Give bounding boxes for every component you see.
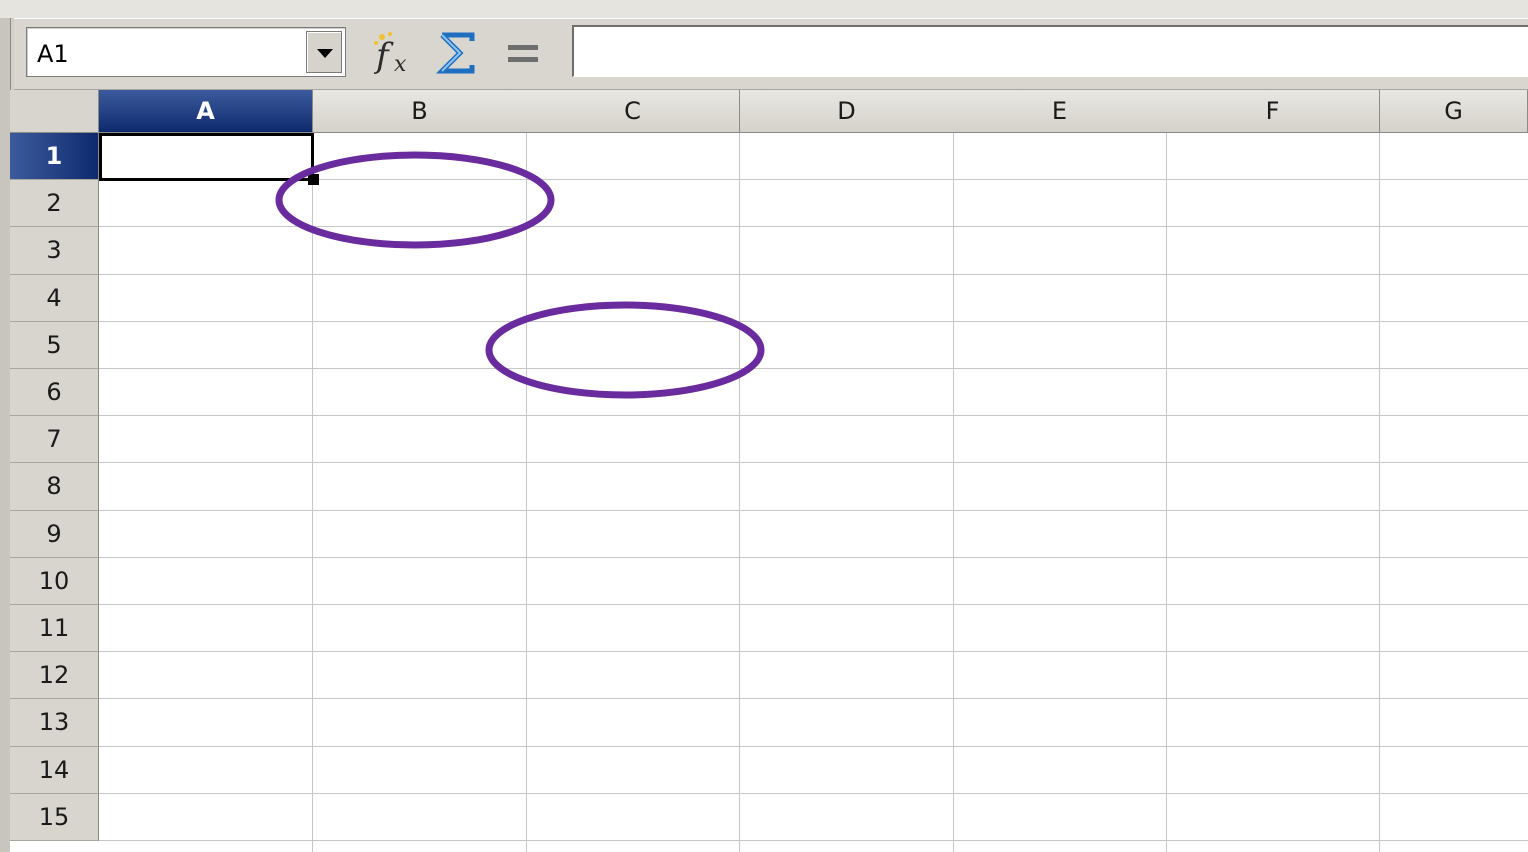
column-gridline bbox=[312, 133, 313, 852]
column-gridline bbox=[953, 133, 954, 852]
column-gridline bbox=[739, 133, 740, 852]
row-header-6[interactable]: 6 bbox=[10, 369, 99, 417]
row-header-12[interactable]: 12 bbox=[10, 652, 99, 700]
formula-toolbar: A1 f x bbox=[14, 18, 1528, 90]
row-header-5[interactable]: 5 bbox=[10, 321, 99, 369]
row-header-15[interactable]: 15 bbox=[10, 793, 99, 841]
row-gridline bbox=[99, 698, 1528, 700]
name-box-value[interactable]: A1 bbox=[37, 40, 69, 68]
column-gridline bbox=[526, 133, 527, 852]
column-gridline bbox=[1379, 133, 1380, 852]
row-gridline bbox=[99, 273, 1528, 275]
row-gridline bbox=[99, 792, 1528, 794]
select-all-corner[interactable] bbox=[10, 90, 99, 133]
row-gridline bbox=[99, 651, 1528, 653]
row-header-14[interactable]: 14 bbox=[10, 746, 99, 794]
row-header-1[interactable]: 1 bbox=[10, 133, 99, 181]
spreadsheet-grid[interactable]: ABCDEFG 1 2 3 4 5 6 7 8 9 10 11 12 13 14 15 bbox=[10, 90, 1528, 852]
row-header-10[interactable]: 10 bbox=[10, 557, 99, 605]
function-wizard-icon[interactable]: f x bbox=[370, 29, 420, 77]
column-header-e[interactable]: E bbox=[953, 90, 1167, 133]
column-header-a[interactable]: A bbox=[99, 90, 313, 133]
row-gridline bbox=[99, 320, 1528, 322]
row-gridline bbox=[99, 840, 1528, 841]
row-gridline bbox=[99, 226, 1528, 228]
row-gridline bbox=[99, 745, 1528, 747]
row-header-4[interactable]: 4 bbox=[10, 274, 99, 322]
active-cell-a1[interactable] bbox=[99, 133, 314, 181]
column-header-g[interactable]: G bbox=[1380, 90, 1528, 133]
column-header-b[interactable]: B bbox=[313, 90, 527, 133]
row-header-3[interactable]: 3 bbox=[10, 227, 99, 275]
column-header-d[interactable]: D bbox=[740, 90, 954, 133]
equals-icon[interactable] bbox=[498, 29, 548, 77]
row-header-9[interactable]: 9 bbox=[10, 510, 99, 558]
column-header-c[interactable]: C bbox=[526, 90, 740, 133]
row-header-11[interactable]: 11 bbox=[10, 605, 99, 653]
row-header-2[interactable]: 2 bbox=[10, 180, 99, 228]
row-header-8[interactable]: 8 bbox=[10, 463, 99, 511]
top-strip bbox=[0, 0, 1528, 19]
chevron-down-icon[interactable] bbox=[306, 31, 342, 73]
row-gridline bbox=[99, 368, 1528, 369]
svg-text:x: x bbox=[394, 52, 407, 77]
row-header-7[interactable]: 7 bbox=[10, 416, 99, 464]
row-gridline bbox=[99, 509, 1528, 511]
formula-input[interactable] bbox=[572, 25, 1528, 77]
row-gridline bbox=[99, 415, 1528, 417]
row-gridline bbox=[99, 556, 1528, 558]
fill-handle[interactable] bbox=[308, 174, 319, 185]
column-gridline bbox=[1166, 133, 1167, 852]
spreadsheet-window: A1 f x ABCDEFG 1 2 3 4 5 6 7 8 9 10 11 12 13 14 15 bbox=[0, 0, 1528, 852]
row-gridline bbox=[99, 604, 1528, 605]
row-header-13[interactable]: 13 bbox=[10, 699, 99, 747]
column-header-f[interactable]: F bbox=[1166, 90, 1380, 133]
sum-icon[interactable] bbox=[432, 29, 482, 77]
row-gridline bbox=[99, 462, 1528, 464]
name-box[interactable]: A1 bbox=[26, 27, 346, 77]
